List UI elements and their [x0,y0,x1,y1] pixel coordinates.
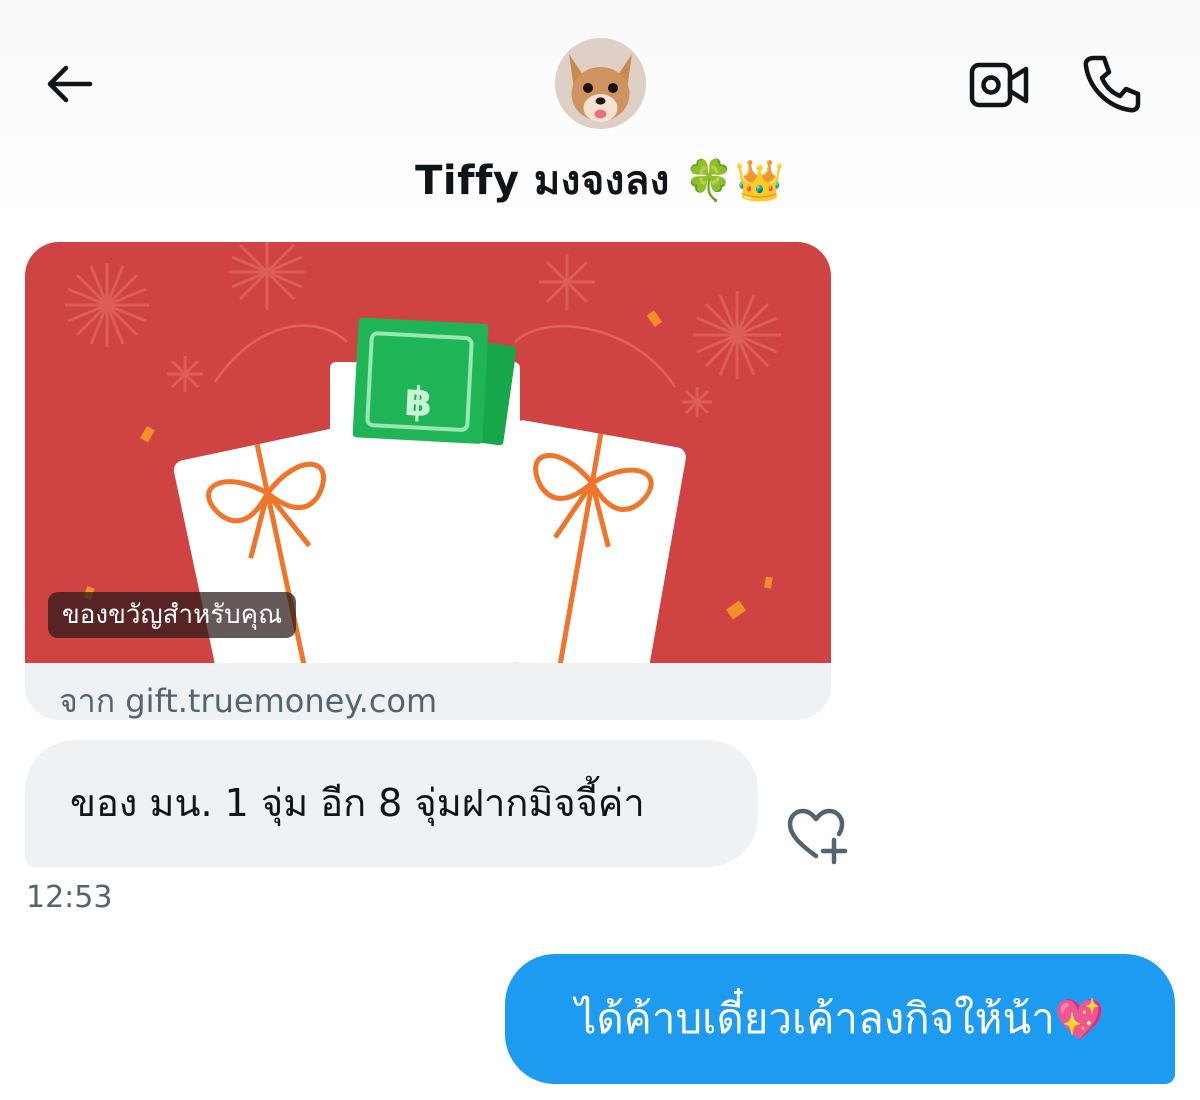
svg-text:฿: ฿ [403,379,433,426]
video-call-button[interactable] [966,55,1032,115]
incoming-message-text: ของ มน. 1 จุ่ม อีก 8 จุ่มฝากมิจจี้ค่า [70,781,645,825]
voice-call-button[interactable] [1078,52,1144,118]
arrow-left-icon [47,65,93,103]
name-emojis: 🍀👑 [684,158,785,204]
gift-label-badge: ของขวัญสำหรับคุณ [48,592,297,638]
outgoing-message-text: ได้ค้าบเดี๋ยวเค้าลงกิจให้น้า [575,994,1055,1043]
gift-link-card[interactable]: ฿ ของขวัญสำหรับคุณ จาก gift.truemoney.co… [25,242,831,720]
heart-plus-icon [787,808,848,865]
add-reaction-button[interactable] [786,808,848,866]
outgoing-message-bubble[interactable]: ได้ค้าบเดี๋ยวเค้าลงกิจให้น้า💖 [505,954,1175,1084]
avatar[interactable] [555,38,646,129]
card-source-domain: จาก gift.truemoney.com [59,682,438,720]
contact-name-text: Tiffy มงจงลง [415,158,670,204]
video-camera-icon [969,62,1029,108]
sparkling-heart-emoji: 💖 [1054,997,1105,1043]
back-button[interactable] [38,56,98,116]
dog-avatar-image [555,38,646,129]
message-timestamp: 12:53 [26,880,113,915]
incoming-message-bubble[interactable]: ของ มน. 1 จุ่ม อีก 8 จุ่มฝากมิจจี้ค่า [25,740,758,867]
conversation-header: Tiffy มงจงลง 🍀👑 [0,0,1200,225]
phone-icon [1083,55,1141,113]
contact-name[interactable]: Tiffy มงจงลง 🍀👑 [0,148,1200,212]
